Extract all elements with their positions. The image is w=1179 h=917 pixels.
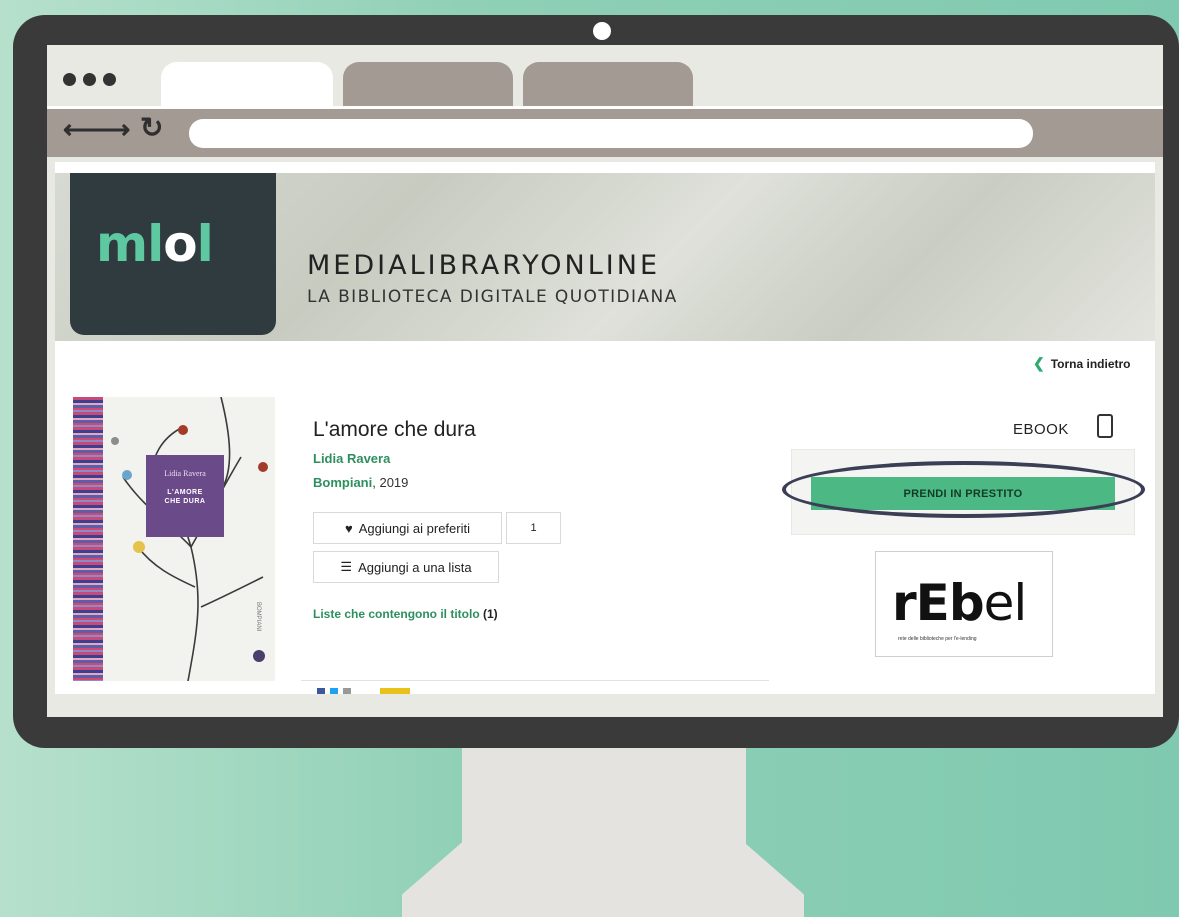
flower-shape (178, 425, 188, 435)
window-dot-icon[interactable] (63, 73, 76, 86)
browser-tab-active[interactable] (161, 62, 333, 108)
cover-publisher: BOMPIANI (255, 602, 261, 632)
publisher-seal-icon (253, 650, 265, 662)
browser-tab[interactable] (523, 62, 693, 108)
badge-icon (380, 688, 410, 694)
site-tagline: LA BIBLIOTECA DIGITALE QUOTIDIANA (307, 287, 678, 307)
flower-shape (122, 470, 132, 480)
share-icon[interactable] (343, 688, 351, 694)
forward-arrow-icon[interactable]: ⟶ (93, 114, 130, 144)
browser-tab[interactable] (343, 62, 513, 108)
highlight-ellipse (782, 461, 1145, 518)
cover-title-box: Lidia Ravera L'AMORE CHE DURA (146, 455, 224, 537)
monitor-stand (462, 748, 746, 848)
back-link[interactable]: ❮ Torna indietro (1033, 355, 1131, 372)
format-label: EBOOK (1013, 421, 1069, 438)
book-cover[interactable]: Lidia Ravera L'AMORE CHE DURA BOMPIANI (73, 397, 275, 681)
book-publisher: Bompiani, 2019 (313, 475, 409, 490)
web-page: mlol MEDIALIBRARYONLINE LA BIBLIOTECA DI… (55, 162, 1155, 694)
section-divider (301, 680, 769, 681)
monitor-base (402, 842, 804, 917)
book-title: L'amore che dura (313, 418, 476, 441)
window-controls (63, 73, 116, 86)
flower-shape (133, 541, 145, 553)
window-dot-icon[interactable] (103, 73, 116, 86)
cover-branch-illustration (111, 397, 268, 681)
browser-window: ⟵ ⟶ ↻ mlol MEDIALIBRARYONLINE LA BIBLIOT… (47, 45, 1163, 717)
book-author-link[interactable]: Lidia Ravera (313, 451, 390, 466)
list-icon: ☰ (340, 559, 353, 574)
add-to-list-button[interactable]: ☰ Aggiungi a una lista (313, 551, 499, 583)
reload-icon[interactable]: ↻ (140, 113, 163, 143)
add-favorites-button[interactable]: ♥ Aggiungi ai preferiti (313, 512, 502, 544)
flower-shape (258, 462, 268, 472)
flower-shape (111, 437, 119, 445)
containing-lists: Liste che contengono il titolo (1) (313, 607, 498, 621)
publisher-link[interactable]: Bompiani (313, 475, 372, 490)
heart-icon: ♥ (344, 520, 353, 536)
window-dot-icon[interactable] (83, 73, 96, 86)
chevron-left-icon: ❮ (1033, 355, 1045, 371)
camera-icon (593, 22, 611, 40)
mlol-logo[interactable]: mlol (70, 173, 276, 335)
twitter-icon[interactable] (330, 688, 338, 694)
favorites-count: 1 (506, 512, 561, 544)
tablet-icon (1097, 414, 1113, 438)
site-brand: MEDIALIBRARYONLINE (307, 250, 661, 281)
rebel-logo[interactable]: rEbel rete delle biblioteche per l'e-len… (875, 551, 1053, 657)
containing-lists-link[interactable]: Liste che contengono il titolo (313, 607, 480, 621)
facebook-icon[interactable] (317, 688, 325, 694)
address-bar[interactable] (189, 119, 1033, 148)
